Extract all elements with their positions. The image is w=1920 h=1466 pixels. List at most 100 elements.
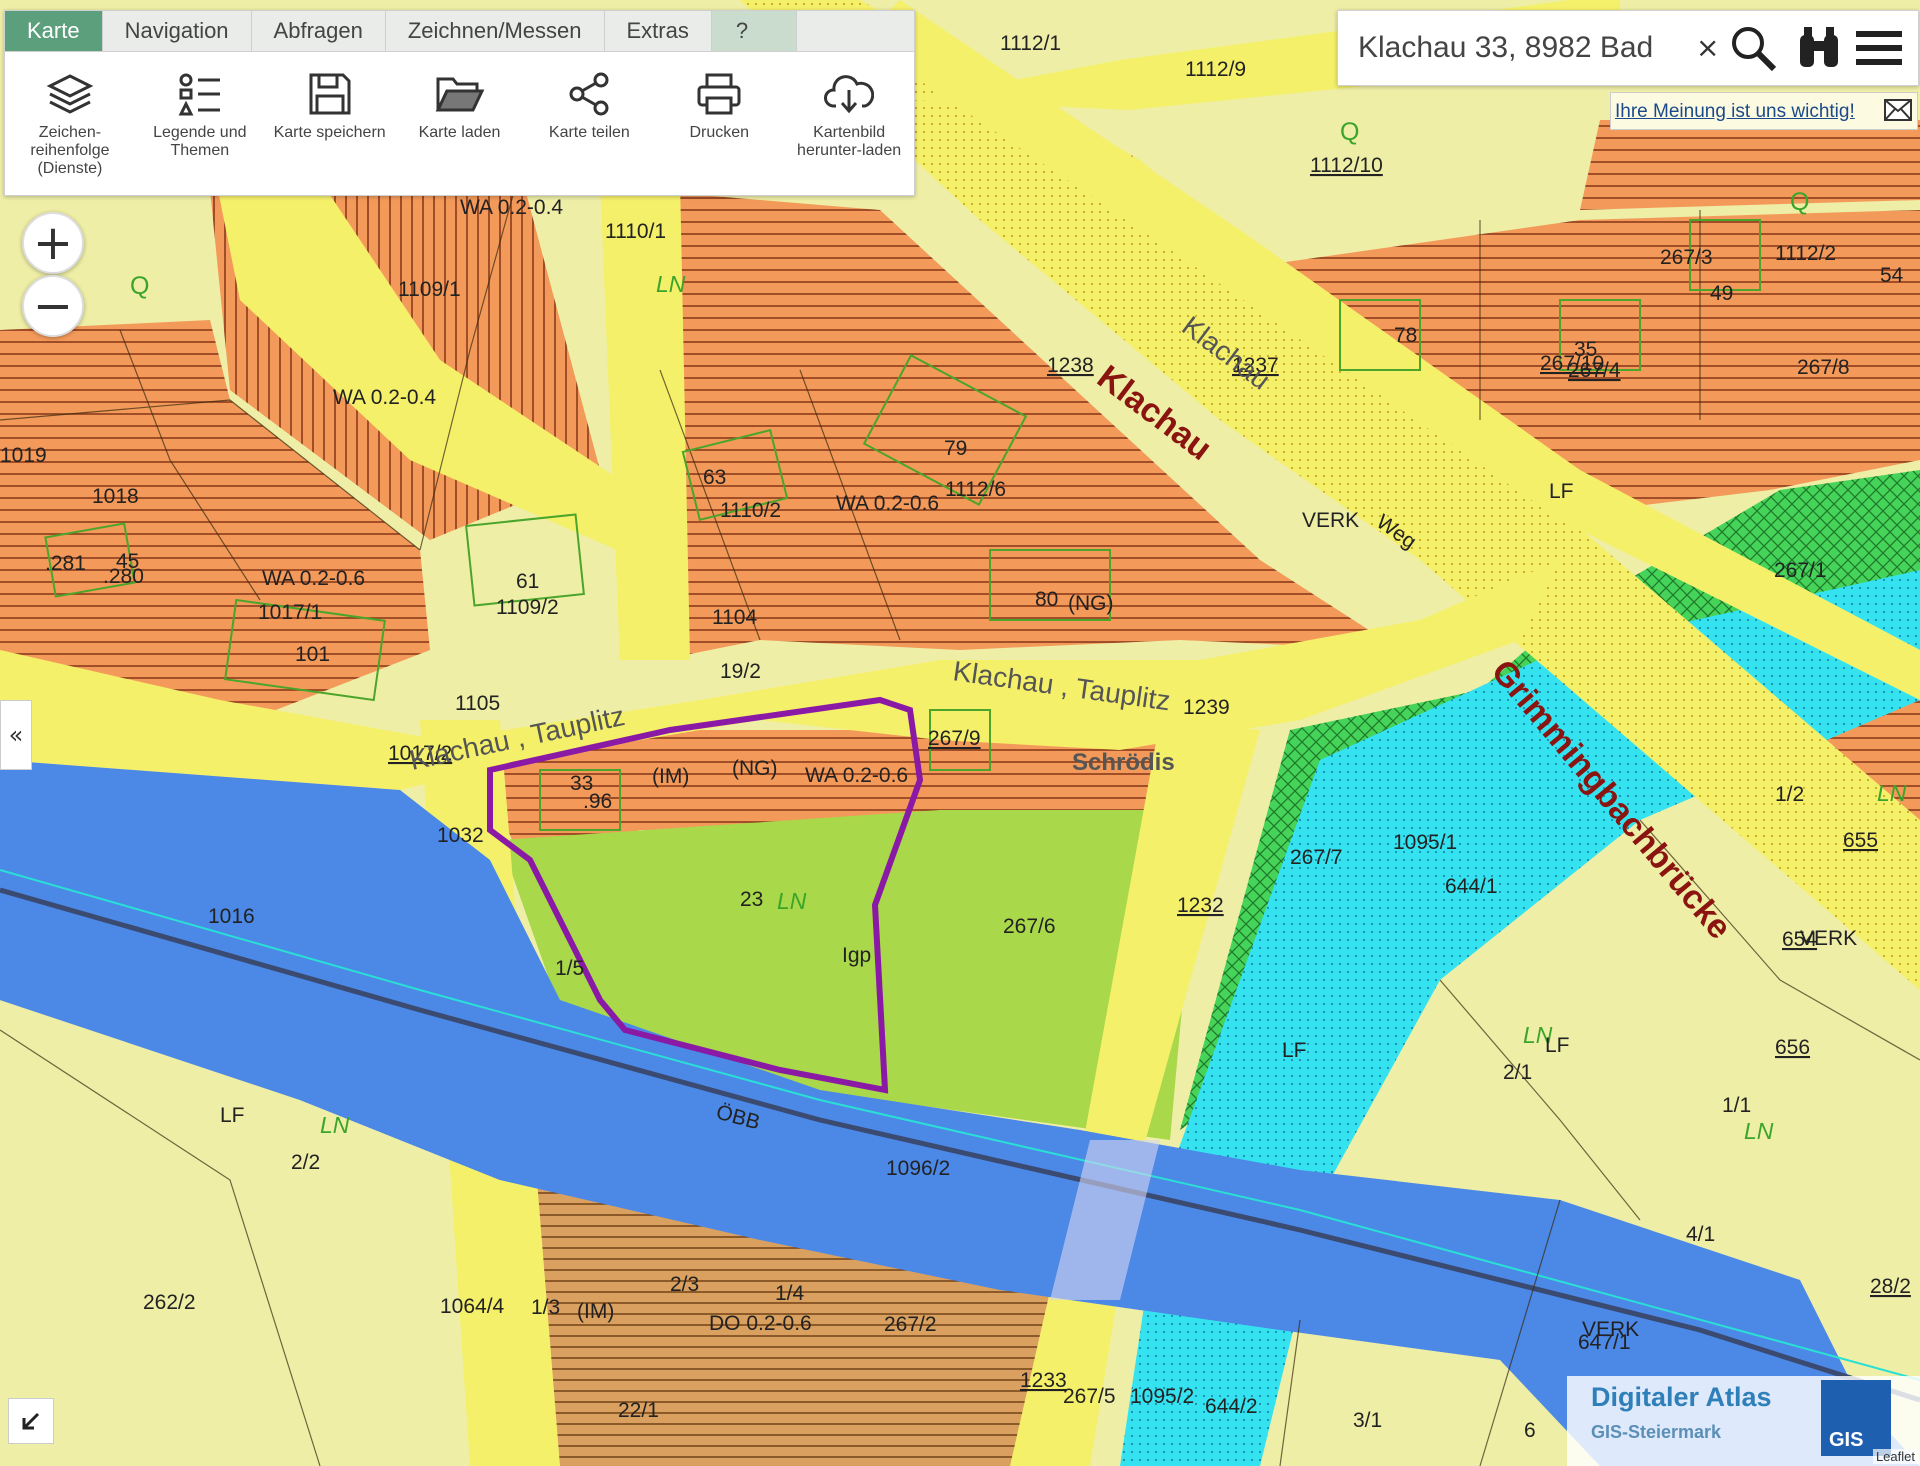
zoning-label: (NG) <box>732 757 778 780</box>
parcel-label: 267/4 <box>1568 359 1621 382</box>
tab-abfragen[interactable]: Abfragen <box>252 11 386 51</box>
parcel-label: 1110/1 <box>605 220 666 243</box>
zoning-label: WA 0.2-0.6 <box>805 764 908 787</box>
parcel-label: .281 <box>45 552 86 575</box>
parcel-label: 1/5 <box>555 957 584 980</box>
brand-title: Digitaler Atlas <box>1591 1382 1772 1412</box>
parcel-label: 267/7 <box>1290 846 1343 869</box>
save-map-button[interactable]: Karte speichern <box>265 64 395 178</box>
zoning-label: DO 0.2-0.6 <box>709 1312 812 1335</box>
zoom-in-button[interactable]: + <box>22 212 84 274</box>
tab-karte[interactable]: Karte <box>5 11 103 51</box>
parcel-label: 1112/10 <box>1310 154 1383 177</box>
parcel-label: 1019 <box>0 444 47 467</box>
parcel-label: 1109/1 <box>398 278 461 301</box>
download-image-button[interactable]: Kartenbild herunter-laden <box>784 64 914 178</box>
tool-label: Legende und Themen <box>153 124 247 159</box>
house-number: 80 <box>1035 588 1058 611</box>
parcel-label: 23 <box>740 888 763 911</box>
parcel-label: 656 <box>1775 1036 1810 1059</box>
save-icon <box>309 73 351 115</box>
parcel-label: 1112/2 <box>1775 242 1836 265</box>
binoculars-icon[interactable] <box>1794 23 1844 73</box>
parcel-label: 1/4 <box>775 1282 805 1305</box>
tool-label: Drucken <box>689 124 750 141</box>
layer-order-button[interactable]: Zeichen-reihenfolge (Dienste) <box>5 64 135 178</box>
parcel-label: 4/1 <box>1686 1223 1715 1246</box>
parcel-label: 1/2 <box>1775 783 1804 806</box>
house-number: 49 <box>1710 282 1733 305</box>
zoning-label: (NG) <box>1068 592 1114 615</box>
house-number: 35 <box>1574 338 1597 361</box>
parcel-label: 19/2 <box>720 660 761 683</box>
zoning-label: LN <box>1744 1118 1774 1144</box>
search-icon[interactable] <box>1728 23 1778 73</box>
parcel-label: 1105 <box>455 692 500 715</box>
tab-extras[interactable]: Extras <box>605 11 712 51</box>
clear-search-button[interactable]: × <box>1696 31 1719 64</box>
feedback-banner: Ihre Meinung ist uns wichtig! <box>1610 92 1918 130</box>
house-number: 78 <box>1394 324 1417 347</box>
parcel-label: 1095/2 <box>1130 1385 1194 1408</box>
parcel-label: 644/2 <box>1205 1395 1258 1418</box>
parcel-label: 267/2 <box>884 1313 937 1336</box>
share-map-button[interactable]: Karte teilen <box>524 64 654 178</box>
fullscreen-button[interactable] <box>8 1398 54 1444</box>
parcel-label: 267/1 <box>1774 559 1827 582</box>
zoom-out-button[interactable]: − <box>22 275 84 337</box>
arrow-expand-icon <box>22 1412 40 1430</box>
gis-logo: GIS <box>1821 1380 1891 1456</box>
parcel-label: 267/3 <box>1660 246 1713 269</box>
parcel-label: 267/6 <box>1003 915 1056 938</box>
parcel-label: 644/1 <box>1445 875 1498 898</box>
zoning-label: Q <box>130 272 149 300</box>
branding-panel: Digitaler Atlas GIS-Steiermark GIS Leafl… <box>1567 1376 1920 1466</box>
tab-navigation[interactable]: Navigation <box>103 11 252 51</box>
collapse-panel-button[interactable]: « <box>0 700 32 770</box>
parcel-label: 267/5 <box>1063 1385 1116 1408</box>
parcel-label: 1095/1 <box>1393 831 1457 854</box>
share-icon <box>569 72 609 116</box>
parcel-label: 6 <box>1524 1419 1536 1442</box>
parcel-label: 2/3 <box>670 1273 699 1296</box>
cloud-download-icon <box>824 75 875 114</box>
tool-label: Zeichen-reihenfolge (Dienste) <box>30 124 110 177</box>
search-input[interactable] <box>1356 23 1720 73</box>
print-button[interactable]: Drucken <box>654 64 784 178</box>
zoning-label: Q <box>1790 188 1809 216</box>
zoning-label: LN <box>777 888 807 914</box>
zoning-label: LF <box>1282 1039 1307 1062</box>
zoning-label: Igp <box>842 944 871 967</box>
parcel-label: 1239 <box>1183 696 1230 719</box>
parcel-label: 2/1 <box>1503 1061 1532 1084</box>
house-number: 61 <box>516 570 539 593</box>
legend-button[interactable]: Legende und Themen <box>135 64 265 178</box>
house-number: 63 <box>703 466 726 489</box>
zoning-label: Q <box>1340 118 1359 146</box>
zoning-label: WA 0.2-0.4 <box>333 386 436 409</box>
mail-icon[interactable] <box>1883 97 1913 123</box>
menu-icon[interactable] <box>1854 23 1904 73</box>
print-icon <box>697 73 741 115</box>
tab-zeichnen-messen[interactable]: Zeichnen/Messen <box>386 11 605 51</box>
zoning-label: WA 0.2-0.4 <box>460 196 563 219</box>
tab-help[interactable]: ? <box>711 11 797 51</box>
zoning-label: WA 0.2-0.6 <box>262 567 365 590</box>
parcel-label: 22/1 <box>618 1399 659 1422</box>
zoning-label: LF <box>220 1104 245 1127</box>
load-map-button[interactable]: Karte laden <box>395 64 525 178</box>
map-canvas[interactable]: 1112/1 1112/9 1112/10 1112/6 1112/2 1110… <box>0 0 1920 1466</box>
zoning-label: LN <box>1877 780 1907 806</box>
house-number: 101 <box>295 643 330 666</box>
parcel-label: 1112/1 <box>1000 32 1061 55</box>
house-number: 54 <box>1880 264 1904 287</box>
tool-label: Karte laden <box>418 124 501 141</box>
parcel-label: 1016 <box>208 905 255 928</box>
zoning-label: (IM) <box>652 765 689 788</box>
feedback-link[interactable]: Ihre Meinung ist uns wichtig! <box>1615 101 1855 123</box>
leaflet-attribution-link[interactable]: Leaflet <box>1872 1449 1918 1464</box>
parcel-label: 1232 <box>1177 894 1224 917</box>
map-toolbar: Karte Navigation Abfragen Zeichnen/Messe… <box>4 10 915 196</box>
layers-icon <box>46 74 94 114</box>
folder-icon <box>435 77 484 112</box>
